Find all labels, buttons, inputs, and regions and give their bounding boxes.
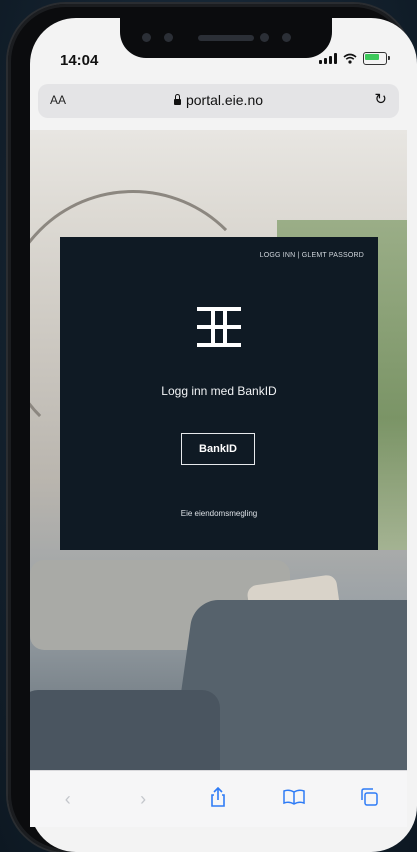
sensor-dot xyxy=(142,33,151,42)
sensor-dot xyxy=(282,33,291,42)
status-time: 14:04 xyxy=(60,52,99,69)
wifi-icon xyxy=(343,53,357,64)
url-text: portal.eie.no xyxy=(185,92,264,108)
tabs-icon[interactable] xyxy=(349,787,389,811)
login-card: LOGG INN | GLEMT PASSORD Logg inn med Ba… xyxy=(60,237,378,550)
lock-icon xyxy=(173,94,181,105)
company-name: Eie eiendomsmegling xyxy=(180,509,258,518)
battery-icon xyxy=(363,52,390,65)
eie-logo-icon xyxy=(197,307,241,347)
back-icon[interactable]: ‹ xyxy=(48,789,88,810)
safari-toolbar: ‹ › xyxy=(30,770,407,827)
bookmarks-icon[interactable] xyxy=(274,788,314,810)
bankid-button[interactable]: BankID xyxy=(181,433,255,465)
photo-sofa xyxy=(30,690,220,770)
share-icon[interactable] xyxy=(198,786,238,812)
login-top-links[interactable]: LOGG INN | GLEMT PASSORD xyxy=(260,252,364,259)
url-display[interactable]: portal.eie.no xyxy=(38,92,399,108)
sensor-dot xyxy=(164,33,173,42)
address-bar[interactable]: AA portal.eie.no ↻ xyxy=(38,84,399,118)
status-icons xyxy=(319,52,390,65)
reload-icon[interactable]: ↻ xyxy=(374,90,387,108)
login-heading: Logg inn med BankID xyxy=(161,384,277,398)
speaker-grill xyxy=(198,35,254,41)
forward-icon[interactable]: › xyxy=(123,789,163,810)
signal-icon xyxy=(319,53,337,64)
phone-notch xyxy=(120,18,332,58)
camera-dot xyxy=(260,33,269,42)
